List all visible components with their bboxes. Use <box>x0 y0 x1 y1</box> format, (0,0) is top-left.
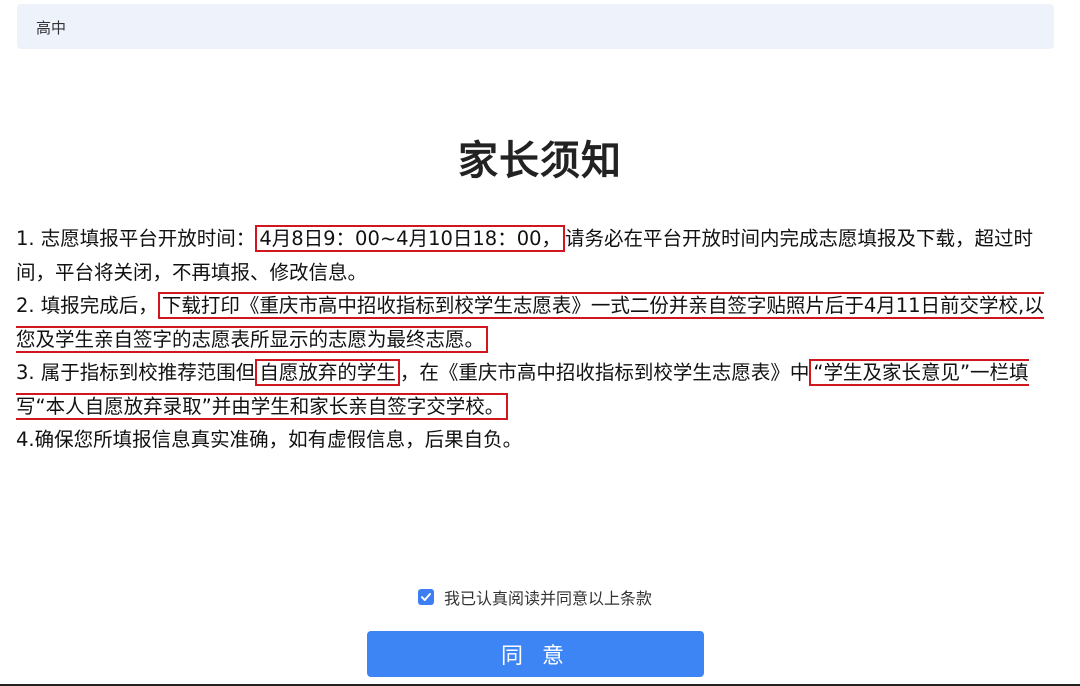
notice-item-1: 1. 志愿填报平台开放时间： 4月8日9：00~4月10日18：00， 请务必在平台… <box>16 222 1056 289</box>
notice-item-1-prefix: 1. 志愿填报平台开放时间： <box>16 227 256 250</box>
notice-item-3: 3. 属于指标到校推荐范围但 自愿放弃的学生 ，在《重庆市高中招收指标到校学生志愿表… <box>16 356 1056 423</box>
breadcrumb: 高中 <box>36 19 67 37</box>
notice-item-3-middle: ，在《重庆市高中招收指标到校学生志愿表》中 <box>399 361 810 384</box>
page-title: 家长须知 <box>458 138 622 184</box>
highlight-submission: 下载打印《重庆市高中招收指标到校学生志愿表》一式二份并亲自签字贴照片后于4月11… <box>16 292 1044 353</box>
notice-body: 1. 志愿填报平台开放时间： 4月8日9：00~4月10日18：00， 请务必在平台… <box>16 222 1056 457</box>
agreement-row[interactable]: 我已认真阅读并同意以上条款 <box>0 585 1080 609</box>
notice-item-3-prefix: 3. 属于指标到校推荐范围但 <box>16 361 256 384</box>
agree-button[interactable]: 同 意 <box>367 631 704 677</box>
agree-checkbox-label[interactable]: 我已认真阅读并同意以上条款 <box>444 585 652 609</box>
highlight-open-time: 4月8日9：00~4月10日18：00， <box>255 225 566 252</box>
notice-item-4: 4.确保您所填报信息真实准确，如有虚假信息，后果自负。 <box>16 428 523 451</box>
check-icon <box>420 593 431 601</box>
highlight-give-up: 自愿放弃的学生 <box>255 359 400 386</box>
notice-item-2-prefix: 2. 填报完成后， <box>16 294 158 317</box>
agree-checkbox[interactable] <box>417 589 434 605</box>
breadcrumb-bar: 高中 <box>17 4 1054 49</box>
notice-item-2: 2. 填报完成后， 下载打印《重庆市高中招收指标到校学生志愿表》一式二份并亲自签字… <box>16 289 1056 356</box>
